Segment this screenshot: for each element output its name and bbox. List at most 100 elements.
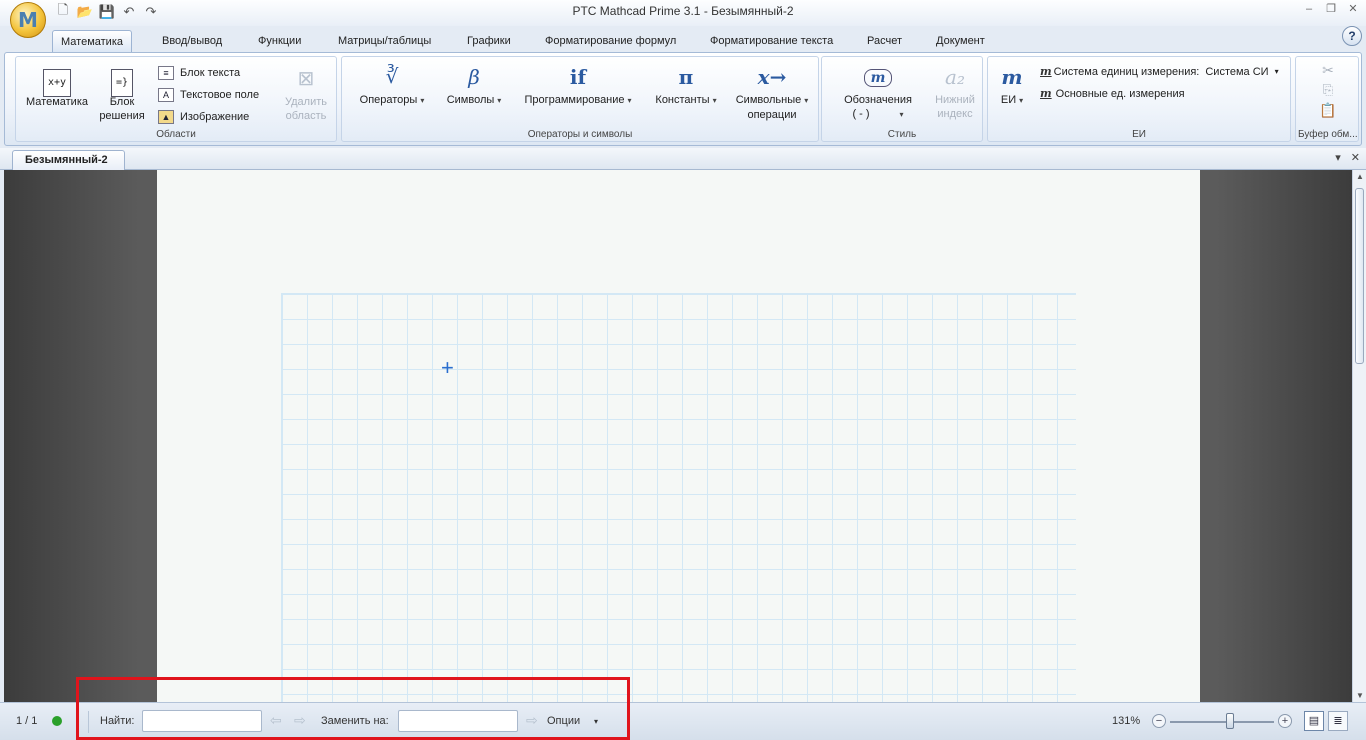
- document-tab[interactable]: Безымянный-2: [12, 150, 125, 170]
- tab-matrices-tables[interactable]: Матрицы/таблицы: [330, 30, 439, 52]
- constants-label: Константы: [655, 94, 710, 106]
- find-previous-icon[interactable]: ⇦: [270, 712, 282, 729]
- base-units-icon: m: [1040, 87, 1052, 100]
- math-region-icon: x+y: [20, 67, 94, 97]
- delete-region-button[interactable]: ⊠ Удалить область: [278, 67, 334, 123]
- subscript-icon: a₂: [945, 65, 965, 89]
- tab-plots[interactable]: Графики: [459, 30, 519, 52]
- replace-arrow-icon[interactable]: ⇨: [526, 712, 538, 729]
- symbols-label: Символы: [446, 94, 495, 106]
- tab-calculation[interactable]: Расчет: [859, 30, 910, 52]
- group-operators-label: Операторы и символы: [527, 129, 633, 140]
- tab-list-icon[interactable]: ▾: [1335, 151, 1341, 164]
- vertical-scrollbar[interactable]: ▲ ▼: [1352, 170, 1366, 702]
- chevron-down-icon[interactable]: ▾: [594, 717, 598, 726]
- tab-input-output[interactable]: Ввод/вывод: [154, 30, 230, 52]
- solve-block-icon: =}: [96, 67, 148, 97]
- find-next-icon[interactable]: ⇨: [294, 712, 306, 729]
- find-label: Найти:: [100, 715, 135, 727]
- image-icon: ▲: [158, 110, 174, 124]
- help-button[interactable]: ?: [1342, 26, 1362, 46]
- replace-input[interactable]: [398, 710, 518, 732]
- symbolic-operations-button[interactable]: x→ Символьные ▾ операции: [730, 65, 814, 122]
- math-region-button[interactable]: x+y Математика: [20, 67, 94, 109]
- subscript-button[interactable]: a₂ Нижний индекс: [930, 65, 980, 121]
- window-title: PTC Mathcad Prime 3.1 - Безымянный-2: [572, 4, 794, 18]
- text-field-button[interactable]: A Текстовое поле: [158, 88, 259, 102]
- tab-functions[interactable]: Функции: [250, 30, 309, 52]
- close-button[interactable]: ✕: [1346, 2, 1360, 16]
- zoom-out-icon[interactable]: −: [1152, 714, 1166, 728]
- dropdown-arrow-icon: ▾: [899, 110, 904, 119]
- paste-button[interactable]: 📋: [1316, 103, 1340, 119]
- zoom-in-icon[interactable]: +: [1278, 714, 1292, 728]
- subscript-label-2: индекс: [937, 108, 973, 120]
- symbols-button[interactable]: β Символы ▾: [438, 65, 510, 108]
- unit-m-icon: m: [1001, 65, 1023, 89]
- status-bar: 1 / 1 Найти: ⇦ ⇨ Заменить на: ⇨ Опции ▾ …: [0, 702, 1366, 740]
- unit-system-selector[interactable]: m Система единиц измерения: Система СИ ▾: [1040, 65, 1279, 78]
- cut-button[interactable]: ✂: [1316, 63, 1340, 79]
- status-separator: [88, 711, 89, 733]
- dropdown-arrow-icon: ▾: [712, 96, 717, 105]
- title-bar: 🗋 📂 💾 ↶ ↷ PTC Mathcad Prime 3.1 - Безымя…: [0, 0, 1366, 26]
- constants-button[interactable]: π Константы ▾: [646, 65, 726, 108]
- replace-label: Заменить на:: [321, 715, 389, 727]
- dropdown-arrow-icon: ▾: [497, 96, 502, 105]
- symbolic-arrow-icon: x→: [757, 65, 787, 89]
- pi-icon: π: [678, 65, 694, 89]
- delete-region-label-1: Удалить: [285, 96, 327, 108]
- draft-view-icon[interactable]: ≣: [1328, 711, 1348, 731]
- copy-button[interactable]: ⎘: [1316, 83, 1340, 98]
- solve-block-button[interactable]: =} Блок решения: [96, 67, 148, 123]
- programming-button[interactable]: if Программирование ▾: [514, 65, 642, 108]
- tab-math[interactable]: Математика: [52, 30, 132, 52]
- close-tab-icon[interactable]: ✕: [1351, 151, 1360, 164]
- symbolic-label-1: Символьные: [735, 94, 802, 106]
- tab-strip-controls: ▾ ✕: [1335, 151, 1360, 164]
- group-units: m ЕИ ▾ m Система единиц измерения: Систем…: [987, 56, 1291, 142]
- image-label: Изображение: [180, 111, 250, 123]
- dropdown-arrow-icon: ▾: [804, 96, 809, 105]
- tab-text-formatting[interactable]: Форматирование текста: [702, 30, 841, 52]
- app-menu-button[interactable]: M: [10, 2, 46, 38]
- units-button[interactable]: m ЕИ ▾: [994, 65, 1030, 108]
- cube-root-icon: ∛: [385, 66, 399, 88]
- solve-block-label-1: Блок: [109, 96, 135, 108]
- tab-math-formatting[interactable]: Форматирование формул: [537, 30, 684, 52]
- operators-label: Операторы: [359, 94, 418, 106]
- zoom-slider-thumb[interactable]: [1226, 713, 1235, 729]
- base-units-label: Основные ед. измерения: [1055, 87, 1185, 100]
- unit-system-value[interactable]: Система СИ: [1205, 66, 1268, 78]
- group-operators-symbols: ∛ Операторы ▾ β Символы ▾ if Программирова…: [341, 56, 819, 142]
- chevron-down-icon: ▾: [1274, 67, 1279, 76]
- clipboard-icon: 📋: [1319, 102, 1337, 118]
- scroll-down-icon[interactable]: ▼: [1355, 691, 1365, 700]
- find-input[interactable]: [142, 710, 262, 732]
- worksheet-page[interactable]: [157, 170, 1200, 702]
- zoom-slider[interactable]: [1170, 721, 1274, 723]
- worksheet-grid[interactable]: [281, 293, 1076, 702]
- operators-button[interactable]: ∛ Операторы ▾: [350, 65, 434, 108]
- page-indicator: 1 / 1: [16, 715, 38, 727]
- text-block-label: Блок текста: [180, 67, 241, 79]
- minimize-button[interactable]: –: [1302, 2, 1316, 16]
- scroll-up-icon[interactable]: ▲: [1355, 172, 1365, 181]
- text-block-button[interactable]: ≡ Блок текста: [158, 66, 240, 80]
- dropdown-arrow-icon: ▾: [420, 96, 425, 105]
- page-view-icon[interactable]: ▤: [1304, 711, 1324, 731]
- labels-button[interactable]: m Обозначения ( - ) ▾: [830, 65, 926, 122]
- restore-button[interactable]: ❐: [1324, 2, 1338, 16]
- document-tab-strip: Безымянный-2 ▾ ✕: [0, 148, 1366, 170]
- group-regions: x+y Математика =} Блок решения ≡ Блок те…: [15, 56, 337, 142]
- math-region-label: Математика: [26, 96, 88, 108]
- image-button[interactable]: ▲ Изображение: [158, 110, 249, 124]
- options-button[interactable]: Опции: [547, 715, 580, 727]
- ribbon-panel: x+y Математика =} Блок решения ≡ Блок те…: [4, 52, 1362, 146]
- tab-document[interactable]: Документ: [928, 30, 993, 52]
- base-units-button[interactable]: m Основные ед. измерения: [1040, 87, 1185, 100]
- copy-icon: ⎘: [1322, 82, 1334, 97]
- scrollbar-thumb[interactable]: [1355, 188, 1364, 364]
- scissors-icon: ✂: [1322, 62, 1334, 78]
- symbolic-label-2: операции: [747, 109, 797, 121]
